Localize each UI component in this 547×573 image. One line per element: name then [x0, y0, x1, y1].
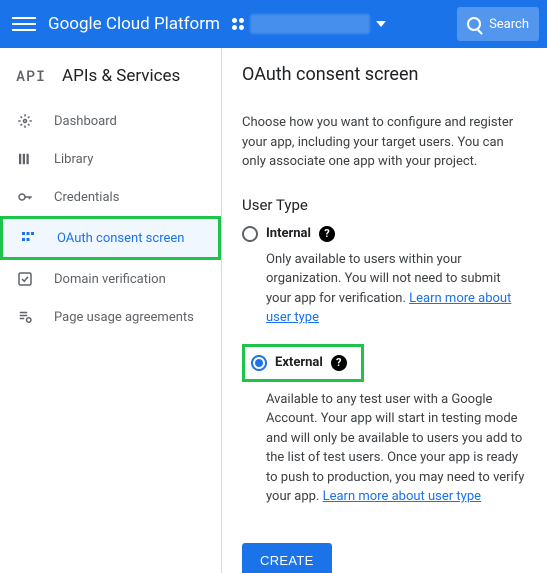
option-external-desc-text: Available to any test user with a Google…	[266, 392, 524, 505]
sidebar-item-page-usage[interactable]: Page usage agreements	[0, 298, 221, 336]
dashboard-icon	[16, 112, 34, 130]
sidebar-item-domain-verification[interactable]: Domain verification	[0, 260, 221, 298]
project-selector[interactable]	[232, 14, 386, 34]
sidebar-item-label: Domain verification	[54, 272, 166, 287]
radio-external[interactable]	[251, 355, 267, 371]
option-internal-desc: Only available to users within your orga…	[266, 250, 527, 328]
option-external-desc: Available to any test user with a Google…	[266, 390, 527, 507]
option-internal: Internal ? Only available to users withi…	[242, 226, 527, 328]
search-box[interactable]: Search	[457, 7, 539, 41]
page-title: OAuth consent screen	[242, 64, 527, 85]
search-icon	[467, 17, 481, 31]
option-internal-head: Internal ?	[242, 226, 527, 242]
sidebar: API APIs & Services Dashboard Library Cr…	[0, 48, 222, 573]
consent-icon	[19, 229, 37, 247]
chevron-down-icon	[376, 21, 386, 27]
verify-icon	[16, 270, 34, 288]
sidebar-item-library[interactable]: Library	[0, 140, 221, 178]
create-button[interactable]: CREATE	[242, 543, 332, 573]
option-external: External ? Available to any test user wi…	[242, 344, 527, 507]
layout: API APIs & Services Dashboard Library Cr…	[0, 48, 547, 573]
intro-text: Choose how you want to configure and reg…	[242, 113, 527, 172]
sidebar-header: API APIs & Services	[0, 58, 221, 102]
key-icon	[16, 188, 34, 206]
main-content: OAuth consent screen Choose how you want…	[222, 48, 547, 573]
project-icon	[232, 18, 244, 30]
search-placeholder: Search	[489, 17, 529, 32]
menu-icon[interactable]	[12, 17, 36, 31]
sidebar-item-credentials[interactable]: Credentials	[0, 178, 221, 216]
option-internal-label: Internal	[266, 226, 311, 241]
sidebar-item-label: Page usage agreements	[54, 310, 194, 325]
agreement-icon	[16, 308, 34, 326]
user-type-heading: User Type	[242, 196, 527, 214]
brand-label: Google Cloud Platform	[48, 14, 220, 34]
option-external-head: External ?	[242, 344, 364, 382]
sidebar-item-label: Library	[54, 152, 93, 167]
sidebar-item-label: OAuth consent screen	[57, 231, 184, 246]
sidebar-item-label: Credentials	[54, 190, 119, 205]
library-icon	[16, 150, 34, 168]
sidebar-item-oauth-consent[interactable]: OAuth consent screen	[0, 216, 221, 260]
project-name-blurred	[250, 14, 370, 34]
sidebar-title: APIs & Services	[62, 66, 180, 86]
help-icon[interactable]: ?	[331, 355, 347, 371]
learn-more-external-link[interactable]: Learn more about user type	[323, 489, 481, 504]
api-logo: API	[16, 66, 46, 86]
topbar: Google Cloud Platform Search	[0, 0, 547, 48]
help-icon[interactable]: ?	[319, 226, 335, 242]
sidebar-item-label: Dashboard	[54, 114, 117, 129]
sidebar-item-dashboard[interactable]: Dashboard	[0, 102, 221, 140]
option-external-label: External	[275, 355, 323, 370]
radio-internal[interactable]	[242, 226, 258, 242]
